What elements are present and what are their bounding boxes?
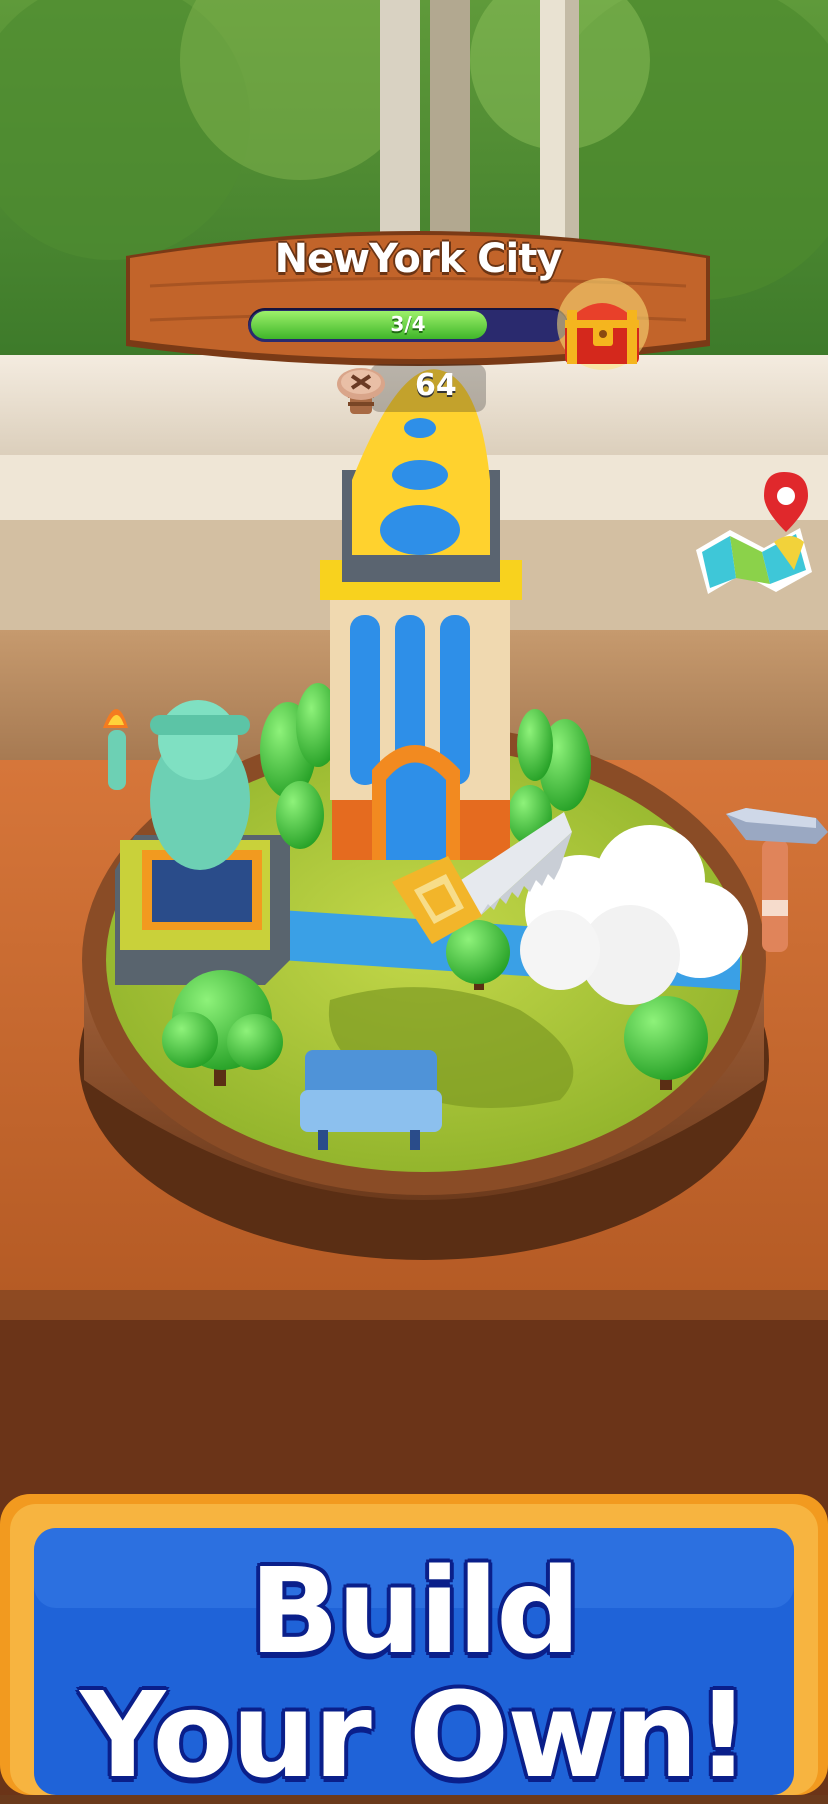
screw-icon [337,368,385,414]
level-banner: NewYork City 3/4 [120,216,716,376]
progress-text: 3/4 [390,312,426,336]
screw-count: 64 [415,368,457,403]
treasure-chest-button[interactable] [545,276,655,376]
saw-tool[interactable] [388,812,572,954]
saw-icon [392,812,572,944]
level-progress-bar: 3/4 [248,308,568,342]
map-button[interactable] [690,470,820,600]
map-icon [696,472,812,594]
hammer-icon [726,808,828,952]
treasure-chest-icon [557,278,649,370]
headline-line-2: Your Own! [79,1666,750,1804]
promo-panel: Build Your Own! [0,1494,828,1804]
headline-line-1: Build [249,1542,580,1680]
screw-counter: 64 [330,362,510,414]
hammer-tool[interactable] [726,800,828,960]
